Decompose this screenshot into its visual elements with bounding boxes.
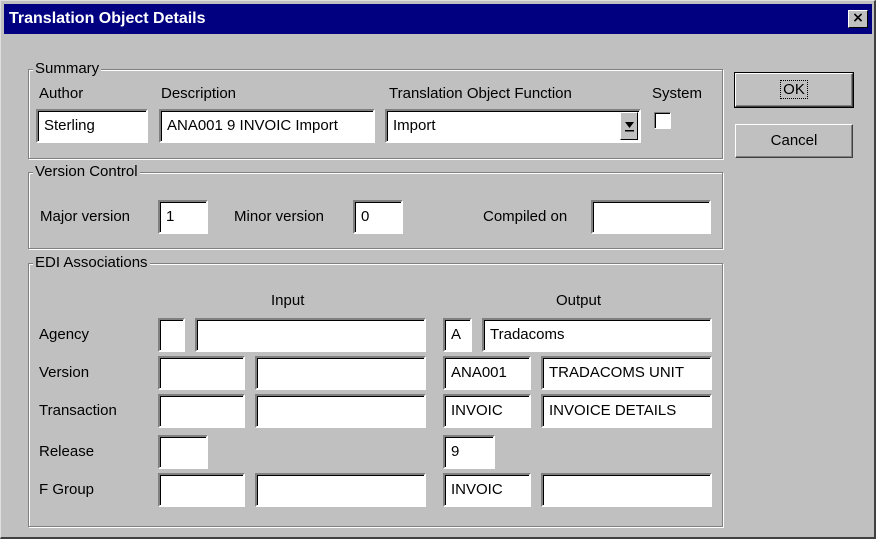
fgroup-label: F Group	[39, 481, 95, 498]
function-select[interactable]: Import	[385, 109, 641, 143]
output-transaction-code-field[interactable]: INVOIC	[443, 394, 531, 428]
transaction-label: Transaction	[39, 402, 117, 419]
function-label: Translation Object Function	[389, 85, 572, 102]
output-fgroup-desc-field[interactable]	[541, 473, 712, 507]
input-fgroup-code-field[interactable]	[158, 473, 245, 507]
function-select-value: Import	[393, 117, 436, 134]
author-label: Author	[39, 85, 84, 102]
output-version-desc-field[interactable]: TRADACOMS UNIT	[541, 356, 712, 390]
output-version-code-field[interactable]: ANA001	[443, 356, 531, 390]
ok-button-label: OK	[780, 80, 808, 99]
compiled-on-field[interactable]	[591, 200, 711, 234]
system-checkbox[interactable]	[654, 112, 671, 129]
output-fgroup-code-field[interactable]: INVOIC	[443, 473, 531, 507]
input-transaction-code-field[interactable]	[158, 394, 245, 428]
description-label: Description	[161, 85, 237, 102]
dropdown-arrow-button[interactable]	[620, 112, 638, 140]
window-title: Translation Object Details	[9, 10, 206, 27]
input-version-desc-field[interactable]	[255, 356, 426, 390]
chevron-down-icon	[625, 122, 634, 132]
input-agency-code-field[interactable]	[158, 318, 185, 352]
major-version-label: Major version	[40, 208, 131, 225]
output-transaction-desc-field[interactable]: INVOICE DETAILS	[541, 394, 712, 428]
version-label: Version	[39, 364, 90, 381]
summary-legend: Summary	[33, 60, 102, 78]
edi-associations-legend: EDI Associations	[33, 254, 150, 272]
output-release-field[interactable]: 9	[443, 435, 495, 469]
version-control-legend: Version Control	[33, 163, 140, 181]
system-label: System	[652, 85, 703, 102]
input-fgroup-desc-field[interactable]	[255, 473, 426, 507]
translation-object-details-dialog: Translation Object Details × Summary Aut…	[0, 0, 876, 539]
output-agency-code-field[interactable]: A	[443, 318, 472, 352]
input-agency-desc-field[interactable]	[195, 318, 426, 352]
agency-label: Agency	[39, 326, 90, 343]
title-bar: Translation Object Details ×	[4, 4, 872, 34]
minor-version-field[interactable]: 0	[353, 200, 403, 234]
input-transaction-desc-field[interactable]	[255, 394, 426, 428]
input-version-code-field[interactable]	[158, 356, 245, 390]
input-release-field[interactable]	[158, 435, 208, 469]
ok-button[interactable]: OK	[734, 72, 854, 108]
compiled-on-label: Compiled on	[483, 208, 568, 225]
cancel-button[interactable]: Cancel	[735, 124, 853, 158]
major-version-field[interactable]: 1	[158, 200, 208, 234]
release-label: Release	[39, 443, 95, 460]
input-column-header: Input	[271, 292, 305, 309]
output-column-header: Output	[556, 292, 602, 309]
description-field[interactable]: ANA001 9 INVOIC Import	[159, 109, 375, 143]
output-agency-desc-field[interactable]: Tradacoms	[482, 318, 712, 352]
close-button[interactable]: ×	[848, 10, 868, 28]
author-field[interactable]: Sterling	[36, 109, 148, 143]
minor-version-label: Minor version	[234, 208, 325, 225]
